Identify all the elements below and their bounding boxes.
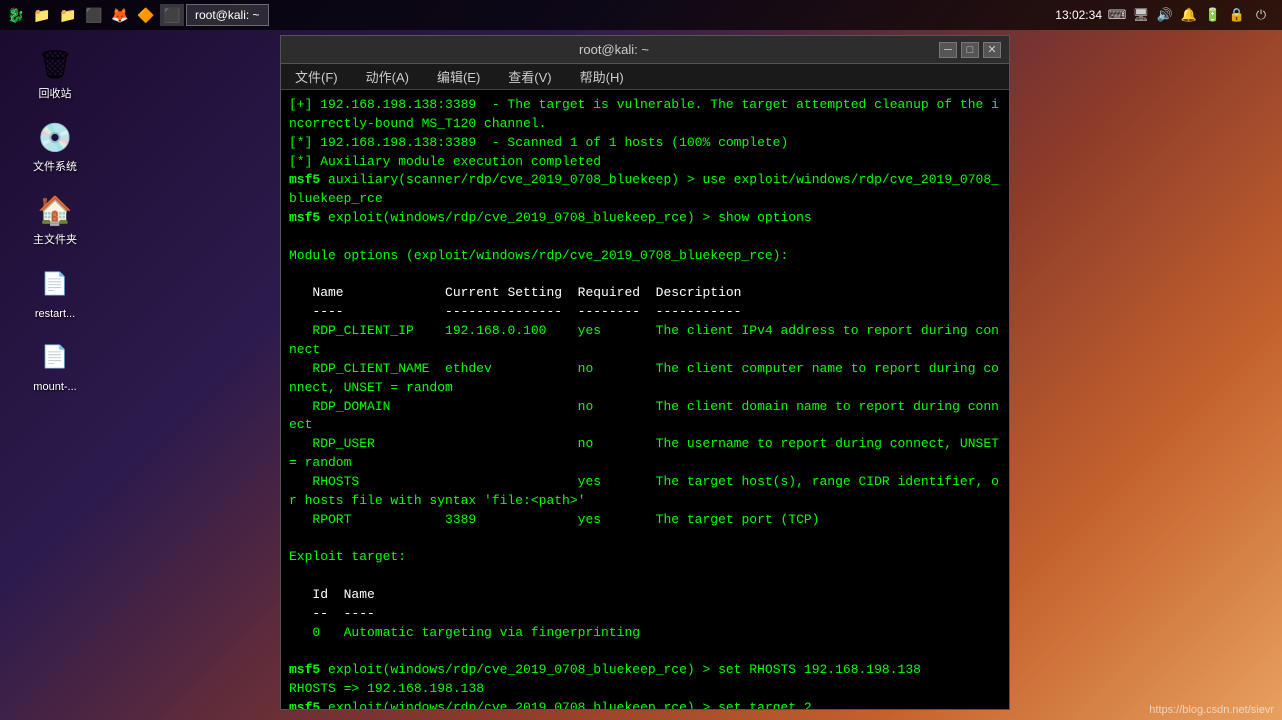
taskbar-window-button[interactable]: root@kali: ~	[186, 4, 269, 26]
mount-img: 📄	[35, 337, 75, 377]
home-img: 🏠	[35, 190, 75, 230]
terminal-line-18: 0 Automatic targeting via fingerprinting	[289, 624, 1001, 643]
terminal-line-12: RDP_USER no The username to report durin…	[289, 435, 1001, 473]
kali-menu-icon[interactable]: 🐉	[4, 4, 28, 26]
menu-file[interactable]: 文件(F)	[289, 65, 344, 88]
titlebar-controls: ─ □ ✕	[939, 42, 1001, 58]
terminal-line-15: Exploit target:	[289, 548, 1001, 567]
terminal-line-9: RDP_CLIENT_IP 192.168.0.100 yes The clie…	[289, 322, 1001, 360]
terminal-line-14: RPORT 3389 yes The target port (TCP)	[289, 511, 1001, 530]
home-label: 主文件夹	[33, 234, 77, 247]
terminal-line-1: [+] 192.168.198.138:3389 - The target is…	[289, 96, 1001, 134]
terminal-taskbar-icon[interactable]: ⬛	[82, 4, 106, 26]
menu-view[interactable]: 查看(V)	[502, 65, 557, 88]
filesystem-label: 文件系统	[33, 161, 77, 174]
lock-icon: 🔒	[1228, 6, 1246, 24]
terminal-title: root@kali: ~	[289, 42, 939, 57]
terminal-line-10: RDP_CLIENT_NAME ethdev no The client com…	[289, 360, 1001, 398]
terminal-line-11: RDP_DOMAIN no The client domain name to …	[289, 398, 1001, 436]
terminal-line-13: RHOSTS yes The target host(s), range CID…	[289, 473, 1001, 511]
terminal-line-6: Module options (exploit/windows/rdp/cve_…	[289, 247, 1001, 266]
mount-icon-desktop[interactable]: 📄 mount-...	[20, 333, 90, 398]
taskbar-left-icons: 🐉 📁 📁 ⬛ 🦊 🔶 ⬛ root@kali: ~	[4, 4, 269, 26]
terminal-line-2: [*] 192.168.198.138:3389 - Scanned 1 of …	[289, 134, 1001, 153]
terminal-line-blank-4	[289, 567, 1001, 586]
trash-label: 回收站	[39, 88, 72, 101]
terminal-line-3: [*] Auxiliary module execution completed	[289, 153, 1001, 172]
terminal-line-19: msf5 exploit(windows/rdp/cve_2019_0708_b…	[289, 661, 1001, 680]
volume-icon: 🔊	[1156, 6, 1174, 24]
minimize-button[interactable]: ─	[939, 42, 957, 58]
watermark: https://blog.csdn.net/sievr	[1149, 704, 1274, 716]
terminal-window: root@kali: ~ ─ □ ✕ 文件(F) 动作(A) 编辑(E) 查看(…	[280, 35, 1010, 710]
terminal-line-blank-5	[289, 642, 1001, 661]
terminal-line-21: msf5 exploit(windows/rdp/cve_2019_0708_b…	[289, 699, 1001, 709]
menu-help[interactable]: 帮助(H)	[574, 65, 630, 88]
mount-label: mount-...	[33, 381, 76, 394]
restart-label: restart...	[35, 308, 75, 321]
terminal-line-16: Id Name	[289, 586, 1001, 605]
terminal-line-8: ---- --------------- -------- ----------…	[289, 303, 1001, 322]
terminal-titlebar: root@kali: ~ ─ □ ✕	[281, 36, 1009, 64]
terminal-content[interactable]: [+] 192.168.198.138:3389 - The target is…	[281, 90, 1009, 709]
terminal-line-blank-3	[289, 529, 1001, 548]
active-terminal-taskbar-icon[interactable]: ⬛	[160, 4, 184, 26]
power-icon: ⏻	[1252, 6, 1270, 24]
burp-taskbar-icon[interactable]: 🔶	[134, 4, 158, 26]
terminal-line-20: RHOSTS => 192.168.198.138	[289, 680, 1001, 699]
maximize-button[interactable]: □	[961, 42, 979, 58]
terminal-line-7: Name Current Setting Required Descriptio…	[289, 284, 1001, 303]
filesystem-img: 💿	[35, 117, 75, 157]
bell-icon: 🔔	[1180, 6, 1198, 24]
menu-action[interactable]: 动作(A)	[360, 65, 415, 88]
menu-edit[interactable]: 编辑(E)	[431, 65, 486, 88]
restart-icon-desktop[interactable]: 📄 restart...	[20, 260, 90, 325]
terminal-line-17: -- ----	[289, 605, 1001, 624]
firefox-taskbar-icon[interactable]: 🦊	[108, 4, 132, 26]
time-display: 13:02:34	[1055, 8, 1102, 22]
taskbar[interactable]: 🐉 📁 📁 ⬛ 🦊 🔶 ⬛ root@kali: ~ 13:02:34 ⌨ 🖥 …	[0, 0, 1282, 30]
folder-taskbar-icon-2[interactable]: 📁	[56, 4, 80, 26]
close-button[interactable]: ✕	[983, 42, 1001, 58]
terminal-line-4: msf5 auxiliary(scanner/rdp/cve_2019_0708…	[289, 171, 1001, 209]
taskbar-window-label: root@kali: ~	[195, 8, 260, 22]
taskbar-right: 13:02:34 ⌨ 🖥 🔊 🔔 🔋 🔒 ⏻	[1055, 6, 1278, 24]
restart-img: 📄	[35, 264, 75, 304]
keyboard-icon: ⌨	[1108, 6, 1126, 24]
watermark-text: https://blog.csdn.net/sievr	[1149, 704, 1274, 716]
trash-icon-desktop[interactable]: 🗑 回收站	[20, 40, 90, 105]
display-icon: 🖥	[1132, 6, 1150, 24]
battery-icon: 🔋	[1204, 6, 1222, 24]
terminal-line-5: msf5 exploit(windows/rdp/cve_2019_0708_b…	[289, 209, 1001, 228]
filesystem-icon-desktop[interactable]: 💿 文件系统	[20, 113, 90, 178]
trash-img: 🗑	[35, 44, 75, 84]
terminal-line-blank-2	[289, 266, 1001, 285]
home-icon-desktop[interactable]: 🏠 主文件夹	[20, 186, 90, 251]
terminal-line-blank-1	[289, 228, 1001, 247]
terminal-menubar: 文件(F) 动作(A) 编辑(E) 查看(V) 帮助(H)	[281, 64, 1009, 90]
folder-taskbar-icon-1[interactable]: 📁	[30, 4, 54, 26]
desktop-icons-container: 🗑 回收站 💿 文件系统 🏠 主文件夹 📄 restart... 📄 mount…	[20, 40, 90, 398]
